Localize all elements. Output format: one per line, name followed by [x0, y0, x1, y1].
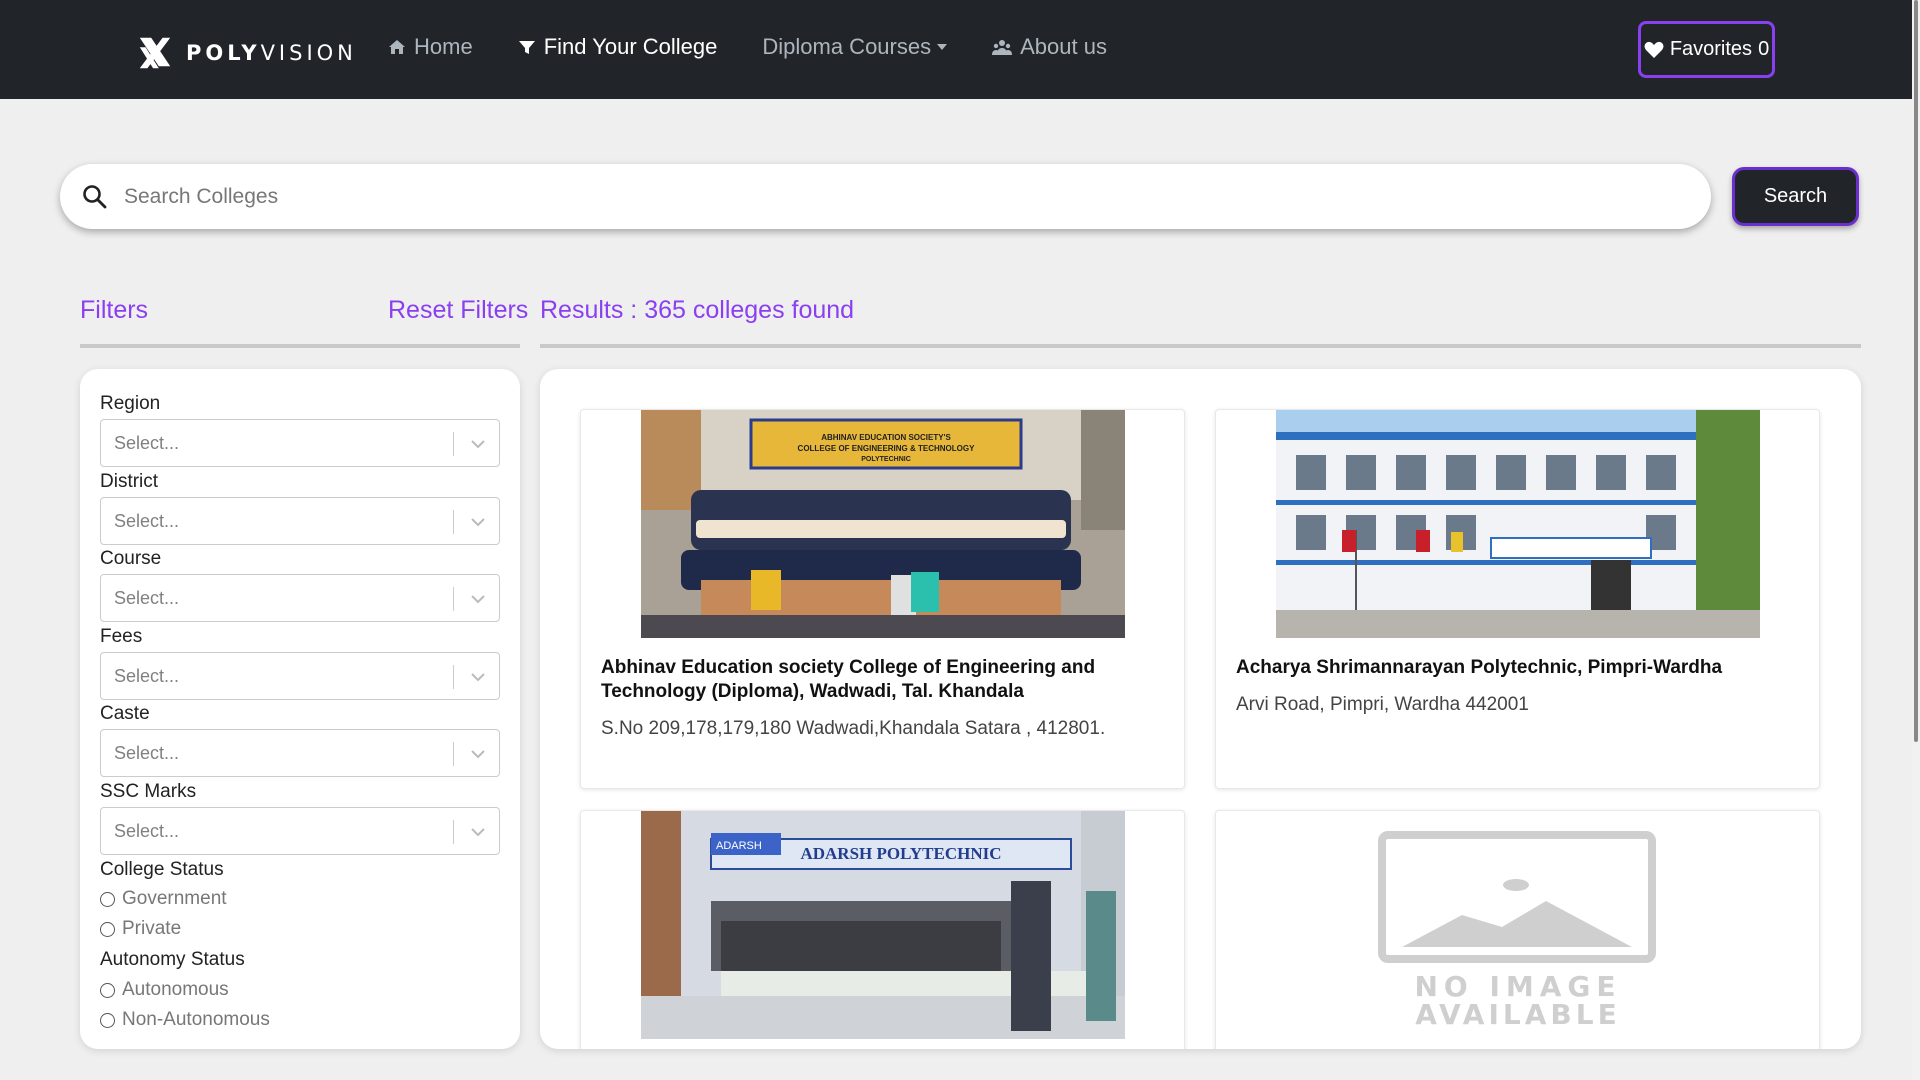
svg-text:ABHINAV EDUCATION SOCIETY'S: ABHINAV EDUCATION SOCIETY'S: [821, 433, 951, 442]
select-separator: [453, 742, 454, 766]
select-placeholder: Select...: [114, 588, 180, 608]
chevron-down-icon: [471, 440, 485, 449]
navbar: POLYVISION Home Find Your College Diplom…: [0, 0, 1912, 99]
people-icon: [992, 40, 1013, 55]
college-card[interactable]: ADARSH ADARSH POLYTECHNIC: [580, 810, 1185, 1049]
radio-circle: [100, 921, 115, 937]
svg-text:AVAILABLE: AVAILABLE: [1415, 998, 1620, 1031]
select-separator: [453, 587, 454, 611]
nav-link-find-college[interactable]: Find Your College: [518, 34, 718, 60]
favorites-label: Favorites: [1669, 38, 1753, 60]
radio-label: Government: [122, 888, 227, 909]
radio-circle: [100, 1012, 115, 1028]
nav-link-home[interactable]: Home: [388, 34, 473, 60]
svg-text:ADARSH: ADARSH: [716, 840, 762, 852]
filter-panel: Region Select... District Select... Cour…: [80, 369, 520, 1049]
results-count: Results : 365 colleges found: [540, 296, 855, 324]
radio-label: Autonomous: [122, 979, 229, 1000]
search-input[interactable]: [124, 184, 1624, 209]
home-icon: [389, 40, 405, 54]
nav-link-label: Find Your College: [543, 34, 718, 59]
radio-government[interactable]: Government: [100, 888, 227, 910]
search-icon: [83, 184, 107, 208]
favorites-button[interactable]: Favorites 0: [1638, 21, 1775, 78]
nav-link-label: Diploma Courses: [762, 34, 932, 59]
fees-select[interactable]: Select...: [100, 652, 500, 700]
region-select[interactable]: Select...: [100, 419, 500, 467]
chevron-down-icon: [471, 595, 485, 604]
autonomy-status-label: Autonomy Status: [100, 949, 245, 970]
college-card[interactable]: ABHINAV EDUCATION SOCIETY'S COLLEGE OF E…: [580, 409, 1185, 789]
divider: [80, 344, 520, 348]
select-placeholder: Select...: [114, 821, 180, 841]
college-name[interactable]: Acharya Shrimannarayan Polytechnic, Pimp…: [1236, 656, 1806, 680]
brand[interactable]: POLYVISION: [136, 34, 357, 72]
select-placeholder: Select...: [114, 511, 180, 531]
brand-name: POLYVISION: [186, 41, 357, 65]
radio-label: Private: [122, 918, 182, 939]
caste-select[interactable]: Select...: [100, 729, 500, 777]
no-image-placeholder: NO IMAGE AVAILABLE: [1276, 811, 1760, 1039]
divider: [540, 344, 1861, 348]
district-label: District: [100, 471, 159, 492]
chevron-down-icon: [471, 673, 485, 682]
select-placeholder: Select...: [114, 743, 180, 763]
heart-icon: [1644, 41, 1664, 58]
banner-text: ADARSH POLYTECHNIC: [800, 844, 1001, 863]
nav-links: Home Find Your College Diploma Courses A…: [388, 34, 1152, 60]
select-separator: [453, 510, 454, 534]
chevron-down-icon: [471, 518, 485, 527]
radio-autonomous[interactable]: Autonomous: [100, 979, 229, 1001]
ssc-marks-select[interactable]: Select...: [100, 807, 500, 855]
select-separator: [453, 432, 454, 456]
chevron-down-icon: [471, 828, 485, 837]
scrollbar-thumb[interactable]: [1914, 0, 1918, 742]
radio-circle: [100, 891, 115, 907]
select-placeholder: Select...: [114, 433, 180, 453]
college-card[interactable]: Acharya Shrimannarayan Polytechnic, Pimp…: [1215, 409, 1820, 789]
district-select[interactable]: Select...: [100, 497, 500, 545]
college-name[interactable]: Abhinav Education society College of Eng…: [601, 656, 1171, 704]
radio-non-autonomous[interactable]: Non-Autonomous: [100, 1009, 270, 1031]
select-placeholder: Select...: [114, 666, 180, 686]
college-status-label: College Status: [100, 859, 224, 880]
radio-private[interactable]: Private: [100, 918, 181, 940]
college-image: ADARSH ADARSH POLYTECHNIC: [641, 811, 1125, 1039]
ssc-marks-label: SSC Marks: [100, 781, 197, 802]
polyvision-logo-icon: [139, 37, 171, 69]
radio-label: Non-Autonomous: [122, 1009, 270, 1030]
caret-down-icon: [937, 44, 948, 50]
fees-label: Fees: [100, 626, 143, 647]
search-bar: [60, 164, 1711, 229]
filter-icon: [518, 41, 535, 54]
nav-link-diploma-courses[interactable]: Diploma Courses: [762, 34, 948, 60]
course-select[interactable]: Select...: [100, 574, 500, 622]
chevron-down-icon: [471, 750, 485, 759]
select-separator: [453, 820, 454, 844]
college-address: S.No 209,178,179,180 Wadwadi,Khandala Sa…: [601, 718, 1106, 739]
search-button[interactable]: Search: [1732, 167, 1859, 226]
nav-link-label: Home: [414, 34, 473, 59]
region-label: Region: [100, 393, 161, 414]
results-panel: ABHINAV EDUCATION SOCIETY'S COLLEGE OF E…: [540, 369, 1861, 1049]
select-separator: [453, 665, 454, 689]
caste-label: Caste: [100, 703, 150, 724]
favorites-count: 0: [1758, 38, 1770, 60]
filters-heading: Filters: [80, 296, 149, 324]
college-card[interactable]: NO IMAGE AVAILABLE: [1215, 810, 1820, 1049]
svg-text:COLLEGE OF ENGINEERING & TECHN: COLLEGE OF ENGINEERING & TECHNOLOGY: [798, 444, 976, 453]
nav-link-about[interactable]: About us: [992, 34, 1107, 60]
course-label: Course: [100, 548, 162, 569]
svg-text:POLYTECHNIC: POLYTECHNIC: [861, 456, 911, 463]
college-image: [1276, 410, 1760, 638]
nav-link-label: About us: [1020, 34, 1107, 59]
reset-filters-link[interactable]: Reset Filters: [388, 296, 528, 325]
radio-circle: [100, 982, 115, 998]
college-image: ABHINAV EDUCATION SOCIETY'S COLLEGE OF E…: [641, 410, 1125, 638]
college-address: Arvi Road, Pimpri, Wardha 442001: [1236, 694, 1529, 715]
